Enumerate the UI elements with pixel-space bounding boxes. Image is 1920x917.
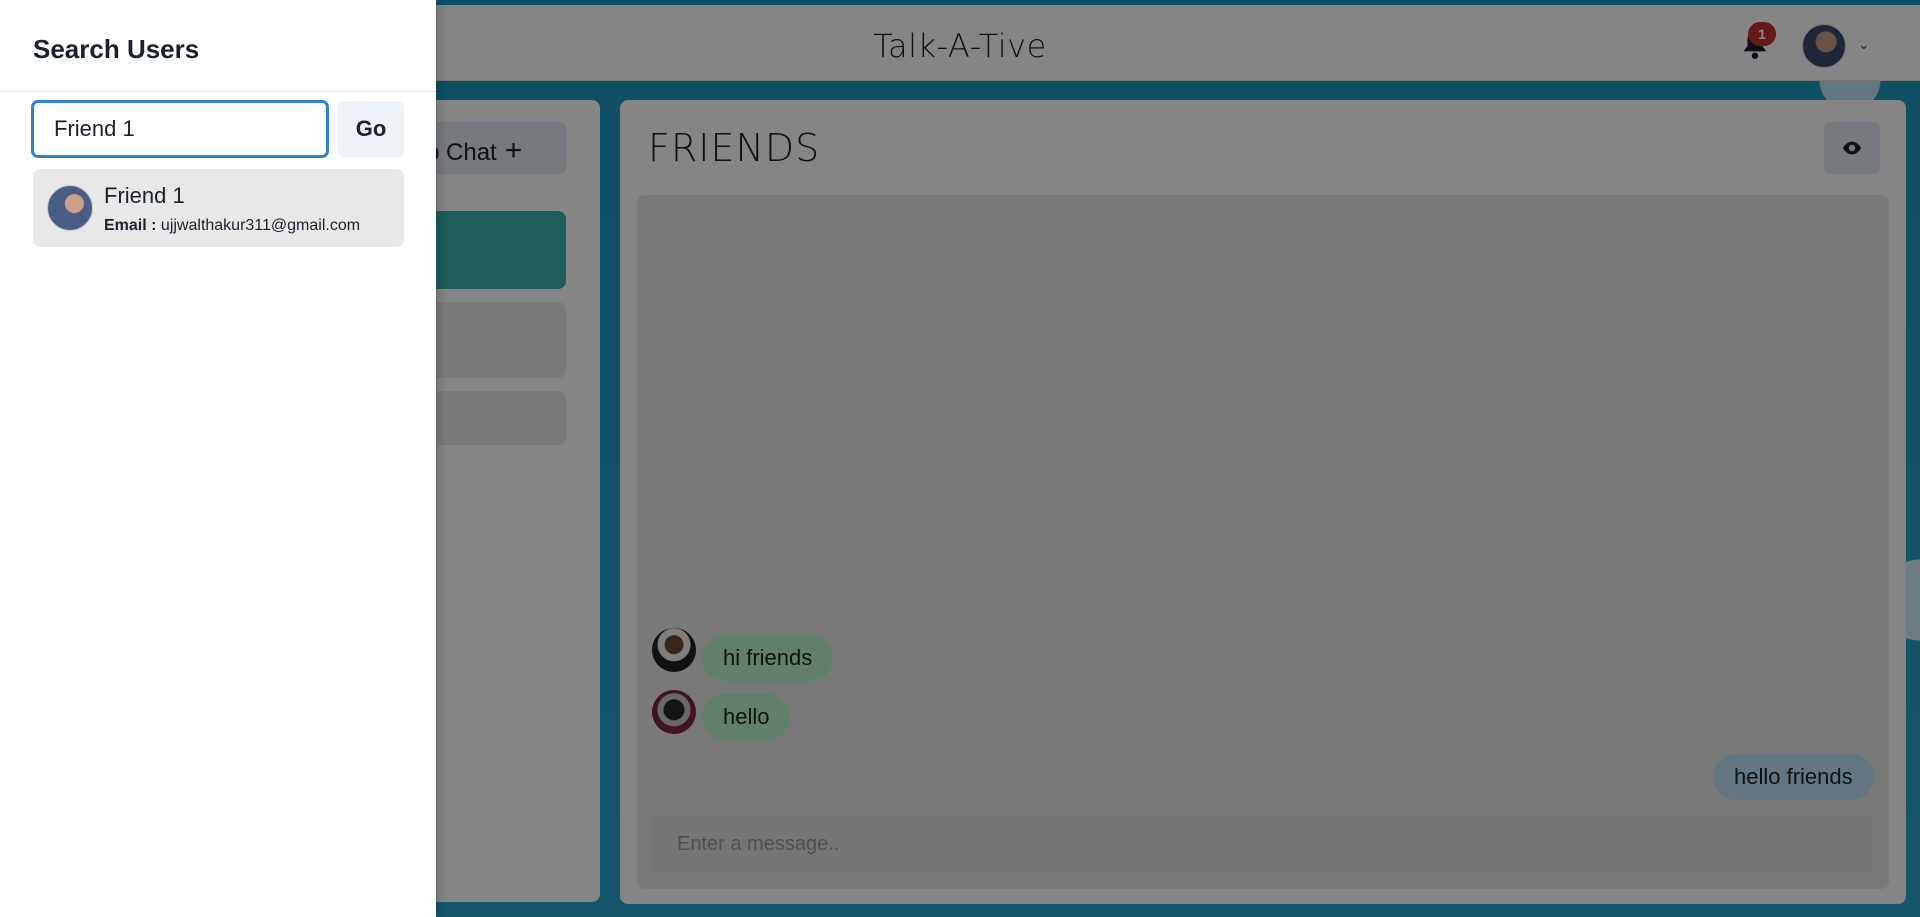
email-label: Email : bbox=[104, 217, 157, 234]
email-value: ujjwalthakur311@gmail.com bbox=[160, 217, 361, 234]
search-input[interactable] bbox=[32, 101, 328, 157]
drawer-title: Search Users bbox=[33, 34, 200, 64]
go-button[interactable]: Go bbox=[338, 101, 404, 157]
user-email: Email : ujjwalthakur311@gmail.com bbox=[104, 217, 360, 235]
user-result-item[interactable]: Friend 1 Email : ujjwalthakur311@gmail.c… bbox=[33, 169, 404, 247]
drawer-divider bbox=[0, 91, 436, 92]
user-name: Friend 1 bbox=[104, 183, 185, 208]
avatar bbox=[47, 185, 93, 231]
search-users-drawer: Search Users Go Friend 1 Email : ujjwalt… bbox=[0, 0, 436, 917]
